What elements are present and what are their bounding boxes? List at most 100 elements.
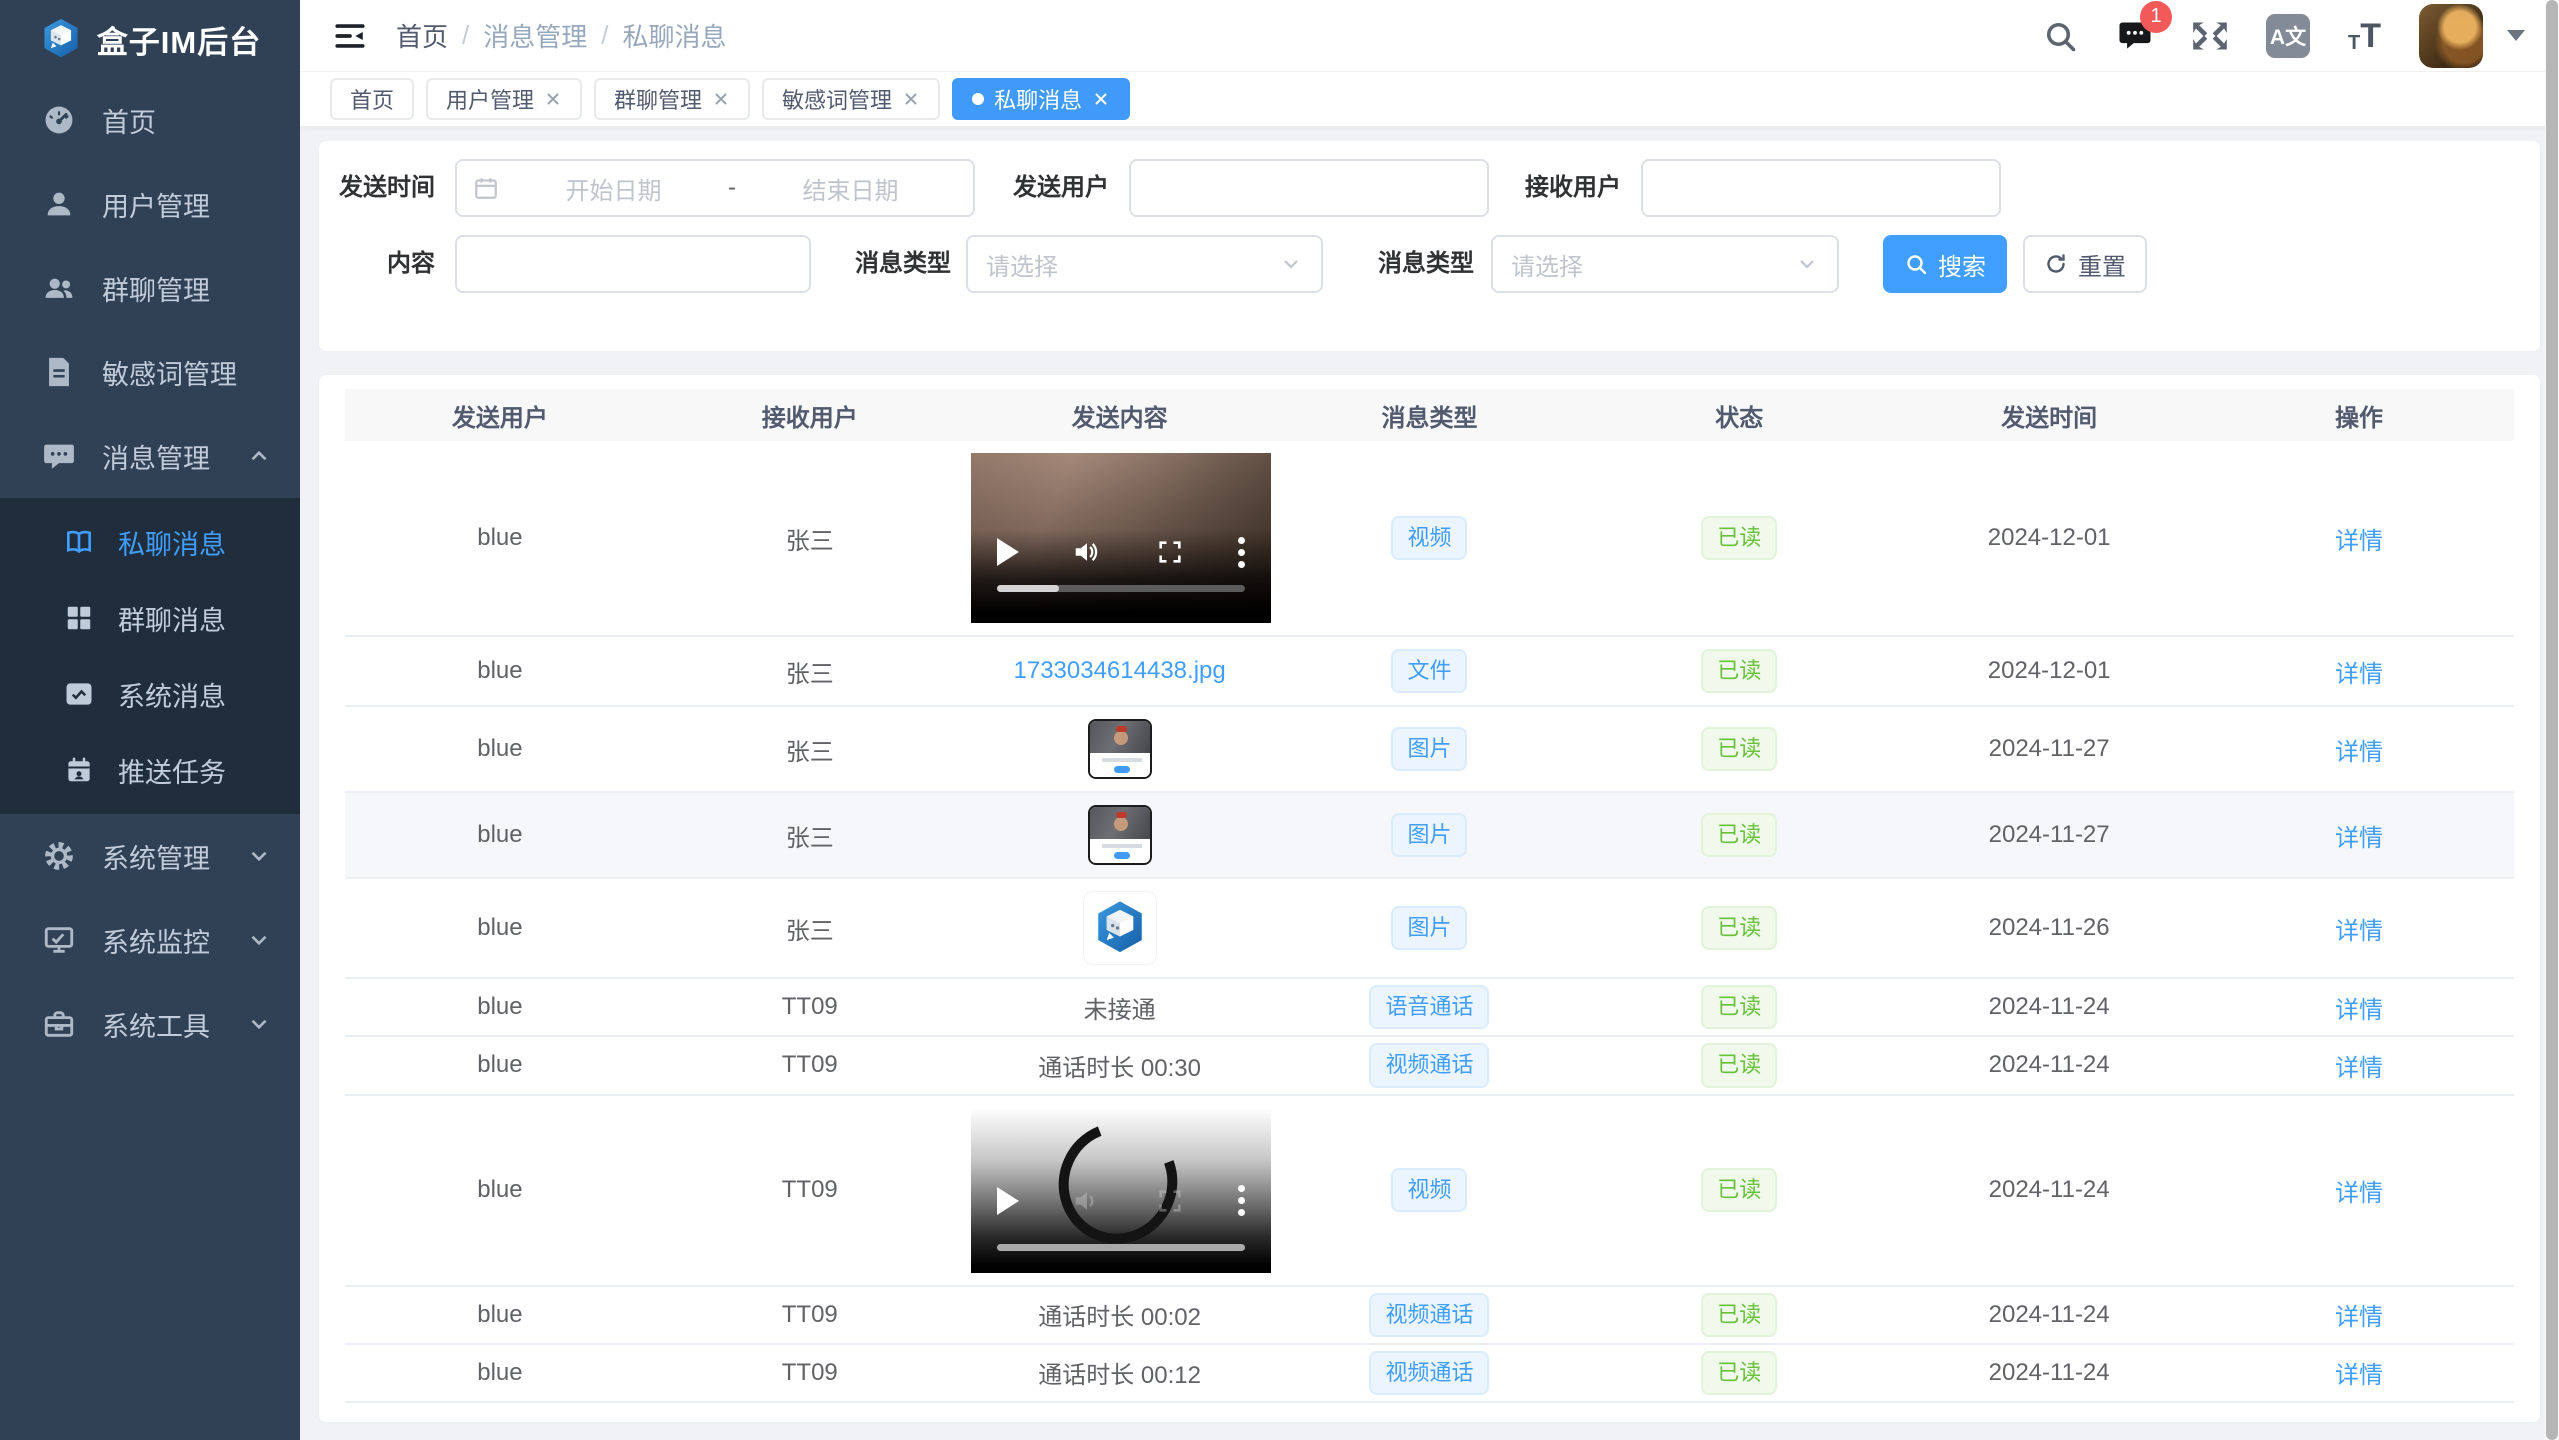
content-input[interactable]	[455, 235, 811, 293]
table-header-row: 发送用户 接收用户 发送内容 消息类型 状态 发送时间 操作	[345, 389, 2514, 441]
table-row: blue TT09	[345, 1095, 2514, 1286]
sidebar-item-private-messages[interactable]: 私聊消息	[0, 504, 300, 580]
sidebar-item-label: 系统消息	[118, 675, 226, 714]
sidebar-item-sensitive-words[interactable]: 敏感词管理	[0, 330, 300, 414]
send-user-input[interactable]	[1129, 159, 1489, 217]
close-icon[interactable]	[1092, 90, 1110, 108]
detail-link[interactable]: 详情	[2335, 528, 2383, 555]
play-icon[interactable]	[997, 1187, 1019, 1215]
image-thumbnail[interactable]	[1088, 805, 1152, 865]
message-type-badge: 语音通话	[1369, 985, 1489, 1029]
sidebar-item-system-monitor[interactable]: 系统监控	[0, 898, 300, 982]
sidebar-item-push-tasks[interactable]: 推送任务	[0, 732, 300, 808]
chevron-down-icon	[246, 927, 272, 953]
detail-link[interactable]: 详情	[2335, 825, 2383, 852]
image-thumbnail[interactable]	[1088, 719, 1152, 779]
tab-home[interactable]: 首页	[330, 78, 414, 120]
sidebar-item-label: 群聊管理	[102, 269, 210, 308]
table-row: blue 张三	[345, 441, 2514, 636]
close-icon[interactable]	[544, 90, 562, 108]
messages-table: 发送用户 接收用户 发送内容 消息类型 状态 发送时间 操作 blue 张三	[345, 389, 2514, 1403]
avatar-dropdown-caret[interactable]	[2507, 30, 2525, 41]
tab-private-messages[interactable]: 私聊消息	[952, 78, 1130, 120]
detail-link[interactable]: 详情	[2335, 1304, 2383, 1331]
date-range-input[interactable]: 开始日期 - 结束日期	[455, 159, 975, 217]
avatar[interactable]	[2419, 4, 2483, 68]
sidebar: 盒子IM后台 首页 用户管理 群聊管理 敏感词管理	[0, 0, 300, 1440]
messages-table-panel: 发送用户 接收用户 发送内容 消息类型 状态 发送时间 操作 blue 张三	[318, 374, 2541, 1423]
detail-link[interactable]: 详情	[2335, 1055, 2383, 1082]
file-link[interactable]: 1733034614438.jpg	[1014, 657, 1226, 684]
message-type-label-2: 消息类型	[1370, 235, 1474, 293]
detail-link[interactable]: 详情	[2335, 739, 2383, 766]
chevron-down-icon	[246, 843, 272, 869]
more-options-icon[interactable]	[1238, 1185, 1245, 1216]
video-player-thumbnail[interactable]	[971, 1108, 1271, 1273]
sidebar-item-user-management[interactable]: 用户管理	[0, 162, 300, 246]
status-badge: 已读	[1701, 516, 1777, 560]
receive-user-label: 接收用户	[1521, 159, 1621, 217]
close-icon[interactable]	[902, 90, 920, 108]
sidebar-item-system-tools[interactable]: 系统工具	[0, 982, 300, 1066]
page-scrollbar[interactable]	[2545, 0, 2559, 1440]
sidebar-item-home[interactable]: 首页	[0, 78, 300, 162]
detail-link[interactable]: 详情	[2335, 1180, 2383, 1207]
chevron-down-icon	[1795, 252, 1819, 276]
fullscreen-icon[interactable]	[1156, 1187, 1184, 1215]
video-progress-bar[interactable]	[997, 1244, 1245, 1251]
sidebar-item-group-management[interactable]: 群聊管理	[0, 246, 300, 330]
message-type-badge: 文件	[1391, 649, 1467, 693]
sidebar-item-system-messages[interactable]: 系统消息	[0, 656, 300, 732]
reset-button[interactable]: 重置	[2023, 235, 2147, 293]
box-logo-icon	[1091, 899, 1149, 957]
document-icon	[40, 353, 78, 391]
tab-sensitive-words[interactable]: 敏感词管理	[762, 78, 940, 120]
message-type-badge: 图片	[1391, 906, 1467, 950]
message-type-select-1[interactable]: 请选择	[966, 235, 1323, 293]
table-row: blue 张三 1733034614438.jpg 文件 已读 2024-12-…	[345, 636, 2514, 706]
font-size-icon[interactable]: TT	[2348, 19, 2381, 53]
play-icon[interactable]	[997, 538, 1019, 566]
table-row: blue 张三 图片 已读 2024-11-27 详情	[345, 792, 2514, 878]
image-thumbnail[interactable]	[1083, 891, 1157, 965]
breadcrumb-message-management[interactable]: 消息管理	[483, 17, 587, 54]
close-icon[interactable]	[712, 90, 730, 108]
col-status: 状态	[1584, 389, 1894, 441]
search-icon[interactable]	[2042, 18, 2078, 54]
fullscreen-icon[interactable]	[1156, 538, 1184, 566]
main-area: 首页 / 消息管理 / 私聊消息 1 A文 TT	[300, 0, 2559, 1440]
sidebar-item-label: 系统监控	[102, 921, 210, 960]
scrollbar-thumb[interactable]	[2546, 0, 2558, 1440]
receive-user-input[interactable]	[1641, 159, 2001, 217]
tab-group-management[interactable]: 群聊管理	[594, 78, 750, 120]
book-icon	[62, 525, 96, 559]
volume-icon[interactable]	[1072, 537, 1102, 567]
sidebar-item-label: 群聊消息	[118, 599, 226, 638]
send-time-label: 发送时间	[329, 159, 435, 217]
search-button[interactable]: 搜索	[1883, 235, 2007, 293]
sidebar-item-system-management[interactable]: 系统管理	[0, 814, 300, 898]
sidebar-item-message-management[interactable]: 消息管理	[0, 414, 300, 498]
detail-link[interactable]: 详情	[2335, 918, 2383, 945]
sidebar-item-group-messages[interactable]: 群聊消息	[0, 580, 300, 656]
table-row: blue 张三 图片 已读 2024-11-27 详情	[345, 706, 2514, 792]
detail-link[interactable]: 详情	[2335, 1362, 2383, 1389]
tab-user-management[interactable]: 用户管理	[426, 78, 582, 120]
language-icon[interactable]: A文	[2266, 14, 2310, 58]
col-receiver: 接收用户	[655, 389, 965, 441]
detail-link[interactable]: 详情	[2335, 997, 2383, 1024]
app-logo[interactable]: 盒子IM后台	[0, 0, 300, 78]
col-sender: 发送用户	[345, 389, 655, 441]
message-type-select-2[interactable]: 请选择	[1491, 235, 1839, 293]
sidebar-collapse-icon[interactable]	[330, 16, 370, 56]
detail-link[interactable]: 详情	[2335, 661, 2383, 688]
video-player-thumbnail[interactable]	[971, 453, 1271, 623]
breadcrumb-home[interactable]: 首页	[396, 17, 448, 54]
messages-icon[interactable]: 1	[2116, 17, 2154, 55]
volume-icon[interactable]	[1072, 1186, 1102, 1216]
fullscreen-icon[interactable]	[2192, 18, 2228, 54]
status-badge: 已读	[1701, 1351, 1777, 1395]
video-progress-bar[interactable]	[997, 585, 1245, 592]
more-options-icon[interactable]	[1238, 537, 1245, 568]
table-row: blue TT09 未接通 语音通话 已读 2024-11-24 详情	[345, 978, 2514, 1036]
